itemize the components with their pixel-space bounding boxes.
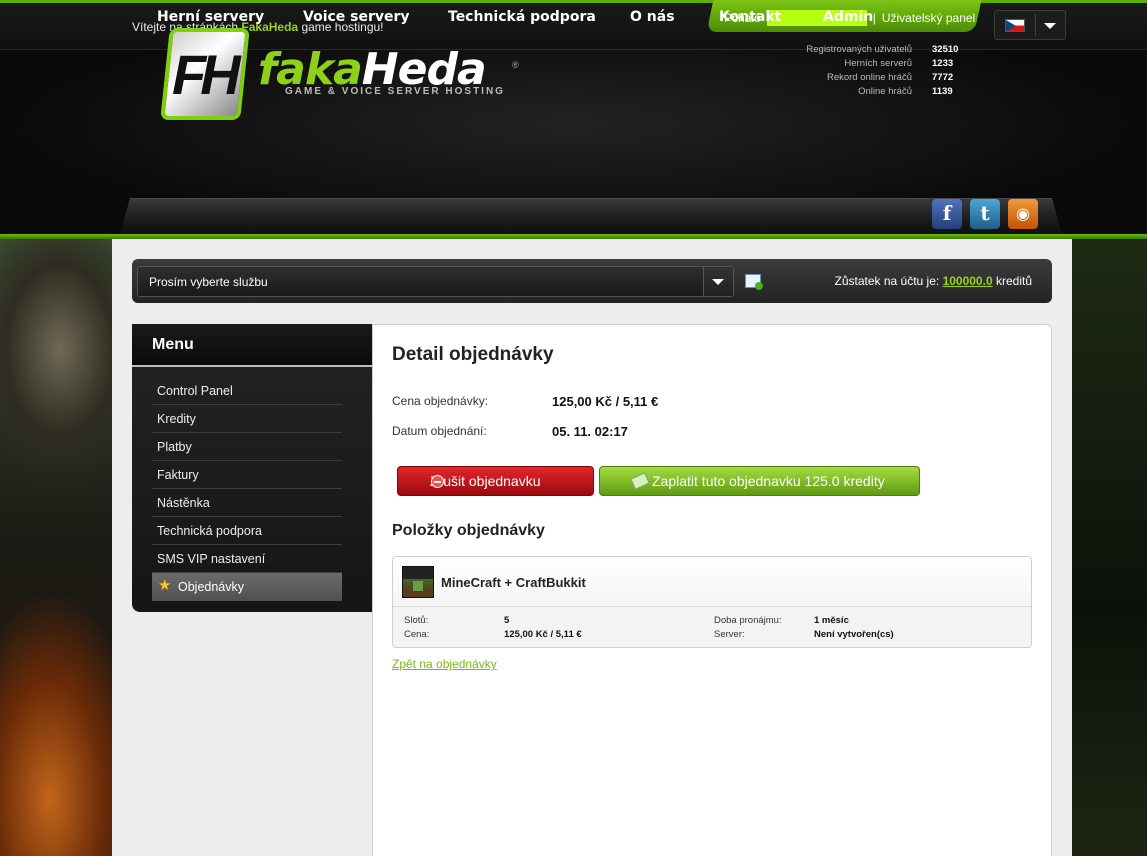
sidebar-item-platby[interactable]: Platby <box>152 433 342 461</box>
nav-kontakt[interactable]: Kontakt <box>719 9 781 25</box>
sidebar-title: Menu <box>152 336 194 353</box>
stat-value: 1139 <box>932 85 953 97</box>
page-title: Detail objednávky <box>392 344 554 365</box>
stat-value: 32510 <box>932 43 959 55</box>
account-balance: Zůstatek na účtu je: 100000.0 kreditů <box>834 274 1032 288</box>
site-stats: Registrovaných uživatelů 32510 Herních s… <box>760 42 962 98</box>
order-price-value: 125,00 Kč / 5,11 € <box>552 394 659 409</box>
item-price-label: Cena: <box>404 629 430 640</box>
order-item-details: Slotů: 5 Cena: 125,00 Kč / 5,11 € Doba p… <box>393 607 1031 647</box>
order-item-header: MineCraft + CraftBukkit <box>393 557 1031 607</box>
money-icon <box>630 472 650 490</box>
stat-row: Online hráčů 1139 <box>760 84 962 98</box>
service-select-value: Prosím vyberte službu <box>149 275 268 289</box>
order-price-label: Cena objednávky: <box>392 394 489 408</box>
sidebar-item-control-panel[interactable]: Control Panel <box>152 377 342 405</box>
order-date-label: Datum objednání: <box>392 424 487 438</box>
stat-row: Rekord online hráčů 7772 <box>760 70 962 84</box>
slots-value: 5 <box>504 615 510 626</box>
logo-letters: FH <box>172 43 241 106</box>
sidebar-item-label: Objednávky <box>178 580 245 594</box>
sidebar-menu: Menu Control Panel Kredity Platby Faktur… <box>132 324 372 612</box>
user-panel-link[interactable]: Uživatelský panel <box>882 11 975 25</box>
order-items-title: Položky objednávky <box>392 522 545 539</box>
order-date-value: 05. 11. 02:17 <box>552 424 628 439</box>
chevron-down-icon[interactable] <box>1044 23 1056 29</box>
back-to-orders-link[interactable]: Zpět na objednávky <box>392 657 497 671</box>
nav-o-nas[interactable]: O nás <box>630 9 675 25</box>
background-art-right <box>1072 239 1147 856</box>
stat-row: Herních serverů 1233 <box>760 56 962 70</box>
order-item: MineCraft + CraftBukkit Slotů: 5 Cena: 1… <box>392 556 1032 648</box>
slots-label: Slotů: <box>404 615 429 626</box>
sidebar-item-nastenka[interactable]: Nástěnka <box>152 489 342 517</box>
balance-prefix: Zůstatek na účtu je: <box>834 274 940 288</box>
soldier-background-art <box>0 239 112 856</box>
balance-suffix: kreditů <box>995 274 1032 288</box>
stat-label: Rekord online hráčů <box>826 71 912 83</box>
server-label: Server: <box>714 629 745 640</box>
pay-order-button[interactable]: Zaplatit tuto objednavku 125.0 kredity <box>599 466 920 496</box>
logo-subtitle: GAME & VOICE SERVER HOSTING <box>285 86 505 97</box>
facebook-icon[interactable]: f <box>932 199 962 229</box>
rental-value: 1 měsíc <box>814 615 849 626</box>
nav-herni-servery[interactable]: Herní servery <box>157 9 264 25</box>
stat-label: Registrovaných uživatelů <box>806 43 912 55</box>
go-to-service-icon[interactable] <box>745 274 763 290</box>
nav-voice-servery[interactable]: Voice servery <box>303 9 410 25</box>
stat-label: Online hráčů <box>858 85 912 97</box>
cz-flag-icon <box>1005 19 1025 32</box>
rental-label: Doba pronájmu: <box>714 615 782 626</box>
sidebar-item-objednavky[interactable]: ★ Objednávky <box>152 573 342 601</box>
item-price-value: 125,00 Kč / 5,11 € <box>504 629 582 640</box>
stat-label: Herních serverů <box>844 57 912 69</box>
cancel-order-label: Zrušit objednavku <box>430 473 541 489</box>
main-nav <box>120 198 1062 235</box>
logo-registered-mark: ® <box>512 60 519 70</box>
language-selector[interactable] <box>994 10 1066 40</box>
cancel-order-button[interactable]: Zrušit objednavku <box>397 466 594 496</box>
order-item-name: MineCraft + CraftBukkit <box>441 575 586 590</box>
nav-admin[interactable]: Admin <box>823 9 873 25</box>
sidebar-item-sms-vip[interactable]: SMS VIP nastavení <box>152 545 342 573</box>
sidebar-header: Menu <box>132 324 372 367</box>
sidebar-item-kredity[interactable]: Kredity <box>152 405 342 433</box>
chevron-down-icon[interactable] <box>703 267 733 296</box>
stat-value: 7772 <box>932 71 954 83</box>
nav-technicka-podpora[interactable]: Technická podpora <box>448 9 596 25</box>
cancel-icon <box>431 475 444 488</box>
pay-order-label: Zaplatit tuto objednavku 125.0 kredity <box>652 473 885 489</box>
sidebar-item-faktury[interactable]: Faktury <box>152 461 342 489</box>
sidebar-item-technicka-podpora[interactable]: Technická podpora <box>152 517 342 545</box>
language-separator <box>1035 14 1036 36</box>
service-select[interactable]: Prosím vyberte službu <box>137 266 734 297</box>
rss-icon[interactable]: ◉ <box>1008 199 1038 229</box>
stat-row: Registrovaných uživatelů 32510 <box>760 42 962 56</box>
stat-value: 1233 <box>932 57 954 69</box>
balance-value-link[interactable]: 100000.0 <box>943 274 993 288</box>
server-value: Není vytvořen(cs) <box>814 629 894 640</box>
minecraft-icon <box>402 566 434 598</box>
star-icon: ★ <box>158 577 172 594</box>
twitter-icon[interactable]: t <box>970 199 1000 229</box>
